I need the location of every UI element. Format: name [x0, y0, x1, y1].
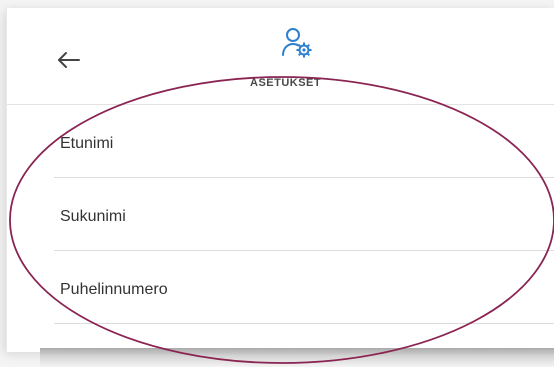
- screen: ASETUKSET Etunimi Sukunimi Puhelinnumero: [0, 0, 554, 367]
- page-title: ASETUKSET: [250, 77, 322, 89]
- field-phone-number[interactable]: Puhelinnumero: [7, 251, 554, 324]
- field-label: Etunimi: [60, 135, 114, 152]
- field-first-name[interactable]: Etunimi: [7, 105, 554, 178]
- field-last-name[interactable]: Sukunimi: [7, 178, 554, 251]
- bottom-shadow: [40, 348, 554, 367]
- arrow-left-icon: [58, 52, 80, 68]
- user-gear-icon: [280, 26, 316, 60]
- settings-field-list: Etunimi Sukunimi Puhelinnumero: [7, 105, 554, 352]
- field-label: Puhelinnumero: [60, 281, 168, 298]
- back-button[interactable]: [55, 46, 83, 74]
- app-header: ASETUKSET: [7, 8, 554, 105]
- field-label: Sukunimi: [60, 208, 126, 225]
- settings-panel: ASETUKSET Etunimi Sukunimi Puhelinnumero: [6, 8, 554, 352]
